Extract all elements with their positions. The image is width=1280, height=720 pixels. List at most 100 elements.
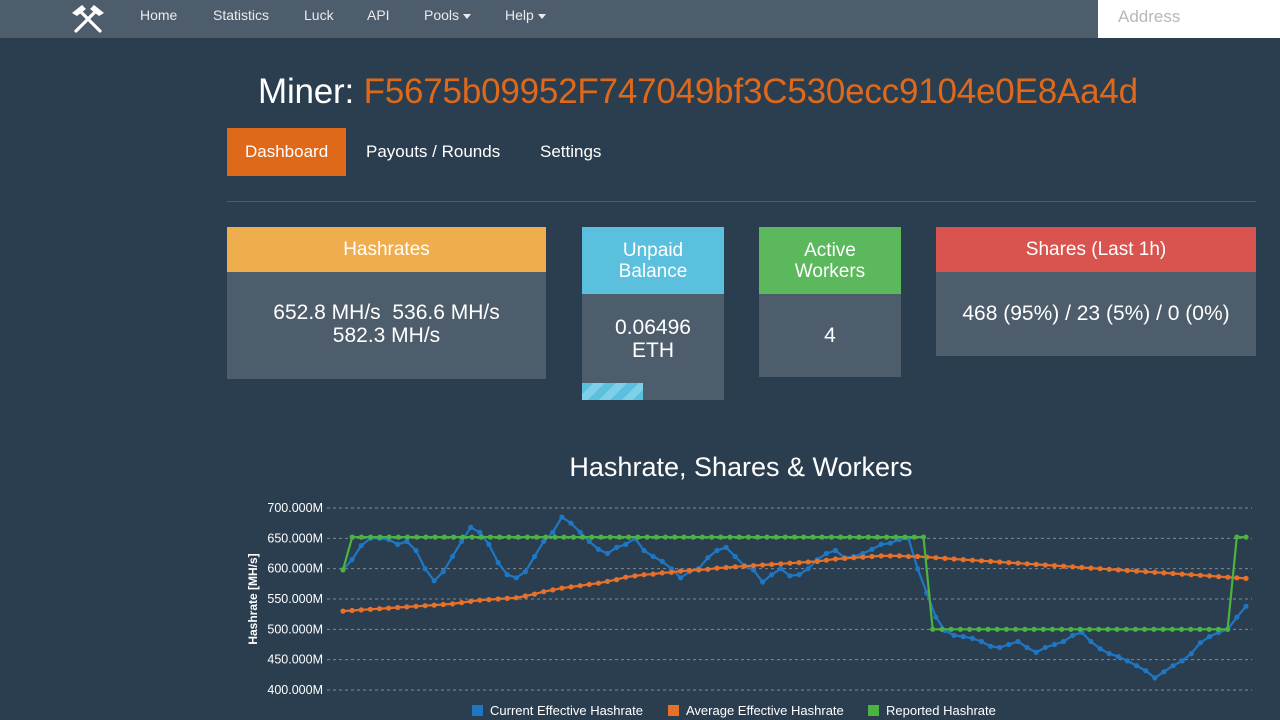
data-point <box>1033 561 1039 567</box>
data-point <box>696 567 702 573</box>
data-point <box>1188 626 1194 632</box>
data-point <box>653 534 659 540</box>
data-point <box>778 566 784 572</box>
data-point <box>1132 626 1138 632</box>
payout-progress-fill <box>582 383 644 400</box>
data-point <box>1243 603 1249 609</box>
data-point <box>1161 669 1167 675</box>
data-point <box>893 534 899 540</box>
data-point <box>614 544 620 550</box>
nav-help-dropdown[interactable]: Help <box>505 0 546 38</box>
data-point <box>531 591 538 597</box>
page-title: Miner: F5675b09952F747049bf3C530ecc9104e… <box>258 72 1138 112</box>
data-point <box>705 555 711 561</box>
data-point <box>810 534 816 540</box>
y-tick-label: 500.000M <box>267 622 323 636</box>
data-point <box>559 514 565 520</box>
nav-pools-dropdown[interactable]: Pools <box>424 0 472 38</box>
data-point <box>681 534 687 540</box>
data-point <box>561 534 567 540</box>
tab-dashboard[interactable]: Dashboard <box>227 128 347 176</box>
data-point <box>1088 638 1094 645</box>
data-point <box>423 534 429 540</box>
data-point <box>650 553 656 560</box>
data-point <box>1197 640 1203 646</box>
y-tick-label: 550.000M <box>267 592 323 606</box>
data-point <box>477 529 483 535</box>
tab-settings[interactable]: Settings <box>522 128 619 176</box>
data-point <box>349 557 355 563</box>
nav-luck-link[interactable]: Luck <box>304 0 334 38</box>
data-point <box>787 573 793 579</box>
data-point <box>1179 571 1185 577</box>
data-point <box>614 577 620 583</box>
nav-home-link[interactable]: Home <box>140 0 177 38</box>
tab-payouts-rounds[interactable]: Payouts / Rounds <box>348 128 518 176</box>
data-point <box>1068 626 1074 632</box>
data-point <box>997 559 1003 565</box>
data-point <box>1006 560 1012 566</box>
data-point <box>644 534 650 540</box>
shares-panel: Shares (Last 1h) 468 (95%) / 23 (5%) / 0… <box>936 227 1256 356</box>
data-point <box>796 560 802 566</box>
shares-panel-title: Shares (Last 1h) <box>936 227 1256 272</box>
data-point <box>976 626 982 632</box>
data-point <box>487 534 493 540</box>
data-point <box>764 534 770 540</box>
data-point <box>1142 626 1148 632</box>
data-point <box>422 566 428 572</box>
unpaid-balance-title-line2: Balance <box>618 260 688 282</box>
address-search-input[interactable] <box>1098 0 1280 38</box>
active-workers-title-line2: Workers <box>794 260 866 282</box>
data-point <box>368 534 374 540</box>
data-point <box>736 534 742 540</box>
data-point <box>580 534 586 540</box>
data-point <box>690 534 696 540</box>
data-point <box>662 534 669 540</box>
data-point <box>948 626 954 632</box>
data-point <box>874 534 881 540</box>
data-point <box>559 585 565 591</box>
data-point <box>823 550 830 557</box>
data-point <box>623 574 629 580</box>
data-point <box>1124 567 1130 574</box>
data-point <box>1031 626 1037 632</box>
nav-api-link[interactable]: API <box>367 0 390 38</box>
data-point <box>376 606 383 612</box>
data-point <box>577 583 583 589</box>
nav-statistics-link[interactable]: Statistics <box>213 0 269 38</box>
data-point <box>957 626 964 632</box>
data-point <box>838 534 844 540</box>
data-point <box>915 553 921 560</box>
data-point <box>723 544 729 550</box>
data-point <box>985 626 991 632</box>
data-point <box>878 541 884 547</box>
data-point <box>1243 534 1249 540</box>
data-point <box>1114 626 1120 632</box>
data-point <box>988 643 994 649</box>
data-point <box>1115 654 1121 660</box>
data-point <box>586 581 592 587</box>
data-point <box>1206 626 1212 632</box>
data-point <box>440 601 446 608</box>
data-point <box>1024 644 1030 651</box>
data-point <box>440 569 446 575</box>
data-point <box>732 564 738 570</box>
data-point <box>478 534 484 540</box>
data-point <box>1077 626 1083 632</box>
data-point <box>1079 564 1085 571</box>
data-point <box>1022 626 1028 632</box>
data-point <box>869 553 875 560</box>
data-point <box>1234 575 1240 581</box>
data-point <box>668 569 674 575</box>
data-point <box>1152 675 1158 681</box>
series-line <box>342 554 1247 613</box>
data-point <box>960 557 966 563</box>
data-point <box>1124 658 1130 664</box>
data-point <box>1051 563 1058 569</box>
data-point <box>616 534 622 540</box>
pickaxe-logo-icon[interactable] <box>70 4 106 34</box>
active-workers-title-line1: Active <box>804 239 856 261</box>
data-point <box>468 524 474 530</box>
unpaid-balance-title-line1: Unpaid <box>622 239 684 261</box>
